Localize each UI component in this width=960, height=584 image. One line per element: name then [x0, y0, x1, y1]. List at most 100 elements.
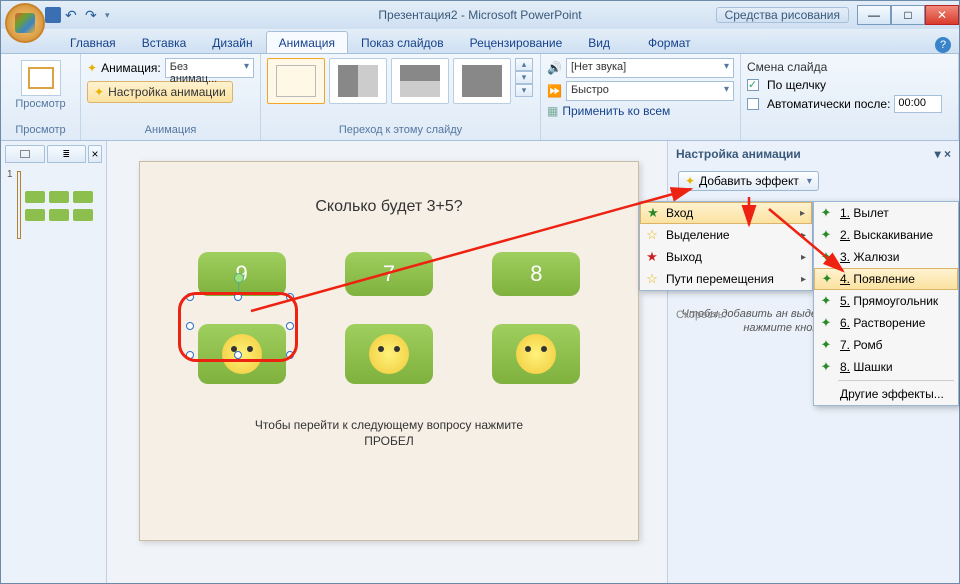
slide-thumbnail-1[interactable] — [17, 171, 21, 239]
effect-fly-in[interactable]: ✦1. Вылет — [814, 202, 958, 224]
sound-icon: 🔊 — [547, 61, 562, 75]
taskpane-close-icon[interactable]: × — [944, 147, 951, 161]
titlebar: ▾ Презентация2 - Microsoft PowerPoint Ср… — [1, 1, 959, 29]
undo-icon[interactable] — [65, 7, 81, 23]
annotation-ring — [178, 292, 298, 362]
effect-checkerboard[interactable]: ✦8. Шашки — [814, 356, 958, 378]
speed-combo[interactable]: Быстро — [566, 81, 734, 101]
star-icon: ✦ — [818, 359, 834, 375]
menu-motion-paths[interactable]: ☆Пути перемещения — [640, 268, 812, 290]
slide-thumbnail-pane: ≣ × 1 — [1, 141, 107, 583]
auto-label: Автоматически после: — [767, 97, 890, 111]
star-icon: ☆ — [644, 271, 660, 287]
taskpane-menu-icon[interactable]: ▾ × — [935, 147, 951, 161]
effect-appear[interactable]: ✦4. Появление — [814, 268, 958, 290]
app-window: ▾ Презентация2 - Microsoft PowerPoint Ср… — [0, 0, 960, 584]
onclick-checkbox[interactable] — [747, 79, 759, 91]
menu-emphasis[interactable]: ☆Выделение — [640, 224, 812, 246]
animation-label: Анимация: — [101, 61, 161, 75]
minimize-button[interactable]: — — [857, 5, 891, 25]
emoji-card[interactable] — [345, 324, 433, 384]
transition-item[interactable] — [391, 58, 449, 104]
pane-close-icon[interactable]: × — [88, 145, 102, 163]
tab-animation[interactable]: Анимация — [266, 31, 348, 53]
ribbon-tabs: Главная Вставка Дизайн Анимация Показ сл… — [1, 29, 959, 53]
tab-view[interactable]: Вид — [575, 31, 623, 53]
effect-diamond[interactable]: ✦7. Ромб — [814, 334, 958, 356]
preview-button[interactable] — [21, 60, 61, 96]
slide-editor[interactable]: Сколько будет 3+5? 9 7 8 Чтобы перейти к… — [107, 141, 667, 583]
qat-dropdown-icon[interactable]: ▾ — [105, 10, 110, 21]
add-effect-button[interactable]: ✦ Добавить эффект — [678, 171, 819, 191]
group-sound-speed: 🔊 [Нет звука] ⏩ Быстро ▦ Применить ко всем — [541, 54, 741, 140]
tab-slideshow[interactable]: Показ слайдов — [348, 31, 457, 53]
save-icon[interactable] — [45, 7, 61, 23]
transition-item[interactable] — [453, 58, 511, 104]
star-icon: ★ — [645, 205, 661, 221]
apply-all-button[interactable]: Применить ко всем — [562, 104, 670, 118]
group-advance: Смена слайда По щелчку Автоматически пос… — [741, 54, 959, 140]
sound-combo[interactable]: [Нет звука] — [566, 58, 734, 78]
auto-time-input[interactable]: 00:00 — [894, 95, 942, 113]
redo-icon[interactable] — [85, 7, 101, 23]
slides-tab-icon[interactable] — [5, 145, 45, 163]
star-icon: ✦ — [818, 315, 834, 331]
gallery-scroll[interactable]: ▴▾▾ — [515, 58, 533, 97]
group-transitions: ▴▾▾ Переход к этому слайду — [261, 54, 541, 140]
transition-gallery[interactable]: ▴▾▾ — [267, 58, 534, 114]
contextual-tab-label: Средства рисования — [716, 7, 849, 23]
transition-none[interactable] — [267, 58, 325, 104]
group-animation: ✦ Анимация: Без анимац... ✦ Настройка ан… — [81, 54, 261, 140]
auto-checkbox[interactable] — [747, 98, 759, 110]
star-icon: ☆ — [644, 227, 660, 243]
ribbon: Просмотр Просмотр ✦ Анимация: Без анимац… — [1, 53, 959, 141]
more-effects[interactable]: Другие эффекты... — [814, 383, 958, 405]
transition-item[interactable] — [329, 58, 387, 104]
advance-title: Смена слайда — [747, 58, 952, 78]
window-controls: — □ ✕ — [857, 5, 959, 25]
effect-blinds[interactable]: ✦3. Жалюзи — [814, 246, 958, 268]
onclick-label: По щелчку — [767, 78, 826, 92]
effect-dissolve[interactable]: ✦6. Растворение — [814, 312, 958, 334]
slide-canvas[interactable]: Сколько будет 3+5? 9 7 8 Чтобы перейти к… — [139, 161, 639, 541]
slide-question-text: Сколько будет 3+5? — [140, 198, 638, 216]
group-label-transitions: Переход к этому слайду — [267, 122, 534, 138]
office-button[interactable] — [5, 3, 45, 43]
taskpane-title: Настройка анимации — [676, 147, 801, 161]
speed-icon: ⏩ — [547, 84, 562, 98]
effect-peek-in[interactable]: ✦2. Выскакивание — [814, 224, 958, 246]
maximize-button[interactable]: □ — [891, 5, 925, 25]
menu-exit[interactable]: ★Выход — [640, 246, 812, 268]
entrance-effects-menu: ✦1. Вылет ✦2. Выскакивание ✦3. Жалюзи ✦4… — [813, 201, 959, 406]
answer-card-8[interactable]: 8 — [492, 252, 580, 296]
apply-all-icon: ▦ — [547, 104, 558, 118]
effect-category-menu: ★Вход ☆Выделение ★Выход ☆Пути перемещени… — [639, 201, 813, 291]
answer-card-7[interactable]: 7 — [345, 252, 433, 296]
close-button[interactable]: ✕ — [925, 5, 959, 25]
star-icon: ✦ — [819, 271, 835, 287]
star-icon: ✦ — [685, 174, 695, 188]
group-preview: Просмотр Просмотр — [1, 54, 81, 140]
star-icon: ✦ — [818, 205, 834, 221]
outline-tab-icon[interactable]: ≣ — [47, 145, 87, 163]
tab-review[interactable]: Рецензирование — [457, 31, 576, 53]
tab-insert[interactable]: Вставка — [129, 31, 200, 53]
help-icon[interactable]: ? — [935, 37, 951, 53]
animation-combo[interactable]: Без анимац... — [165, 58, 254, 78]
star-icon: ✦ — [818, 227, 834, 243]
slide-hint: Чтобы перейти к следующему вопросу нажми… — [140, 418, 638, 450]
tab-home[interactable]: Главная — [57, 31, 129, 53]
star-icon: ✦ — [818, 337, 834, 353]
effect-box[interactable]: ✦5. Прямоугольник — [814, 290, 958, 312]
tab-format[interactable]: Формат — [635, 31, 704, 53]
star-icon: ✦ — [818, 249, 834, 265]
menu-separator — [838, 380, 954, 381]
emoji-card[interactable] — [492, 324, 580, 384]
preview-label: Просмотр — [15, 98, 65, 110]
tab-design[interactable]: Дизайн — [199, 31, 265, 53]
gear-star-icon: ✦ — [94, 85, 104, 99]
group-label-animation: Анимация — [87, 122, 254, 138]
speed-label: Скорость: — [676, 309, 727, 321]
slides-icon — [20, 150, 30, 158]
menu-entrance[interactable]: ★Вход — [640, 202, 812, 224]
